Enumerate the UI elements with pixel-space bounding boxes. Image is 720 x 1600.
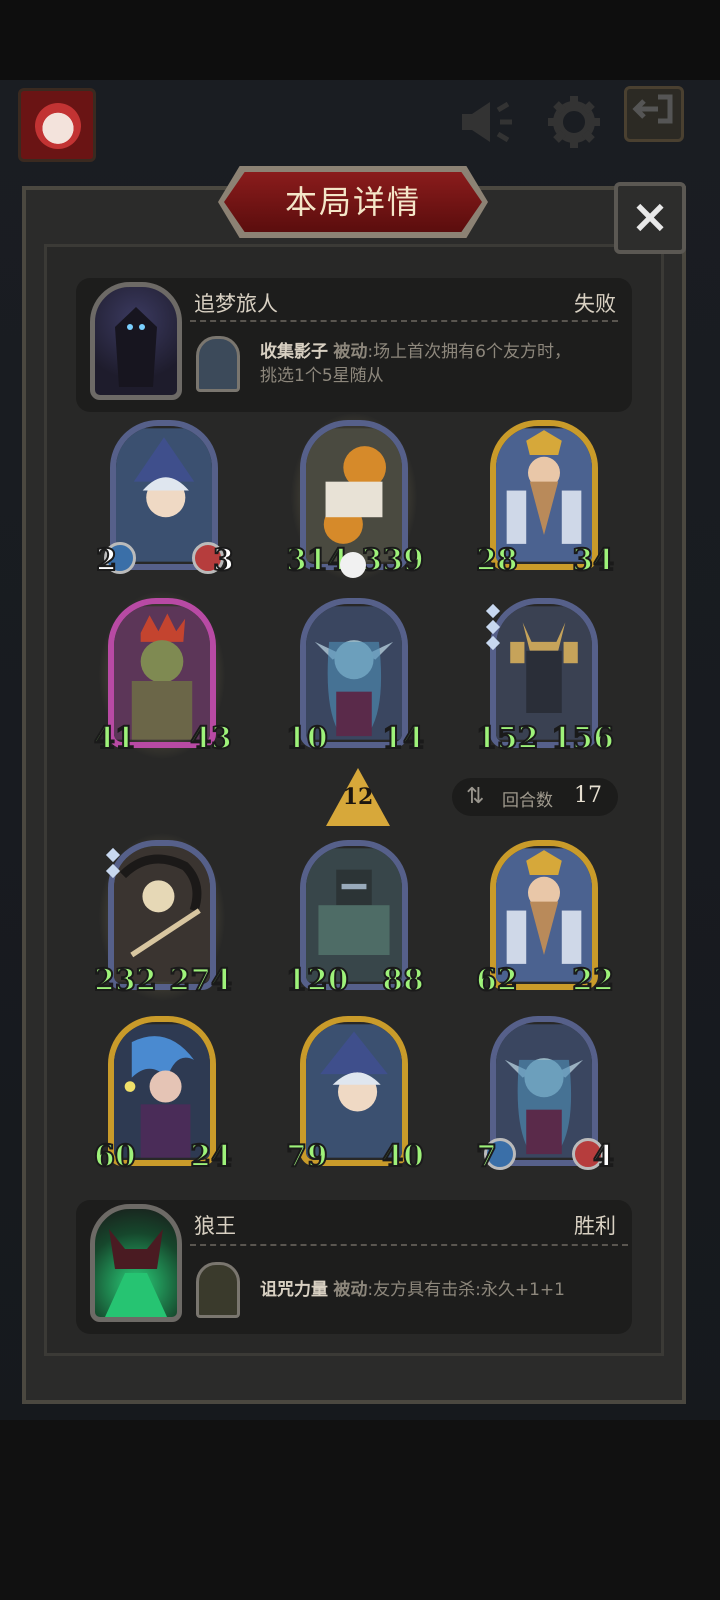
- hero-skill-icon[interactable]: [196, 1262, 240, 1318]
- unit-health: 22: [571, 962, 615, 999]
- unit-health: 339: [360, 542, 425, 579]
- unit-card[interactable]: 152 156: [475, 598, 615, 758]
- top-bar: [0, 0, 720, 80]
- page-title: 本局详情: [224, 172, 482, 232]
- unit-attack: 314: [285, 542, 350, 579]
- unit-attack: 120: [285, 962, 350, 999]
- unit-health: 24: [189, 1138, 233, 1175]
- unit-attack: 62: [475, 962, 519, 999]
- unit-attack: 152: [475, 720, 540, 757]
- unit-card[interactable]: 10 14: [285, 598, 425, 758]
- unit-health: 40: [381, 1138, 425, 1175]
- unit-health: 34: [571, 542, 615, 579]
- player-info-card: 狼王 胜利 诅咒力量 被动:友方具有击杀:永久+1+1: [76, 1200, 632, 1334]
- unit-card[interactable]: 28 34: [475, 420, 615, 580]
- avatar-face: [35, 103, 81, 149]
- bottom-background: [0, 1420, 720, 1600]
- opponent-skill-text: 收集影子 被动:场上首次拥有6个友方时， 挑选1个5星随从: [260, 340, 571, 388]
- unit-card[interactable]: 314 339: [285, 412, 425, 582]
- player-portrait[interactable]: [90, 1204, 182, 1322]
- tavern-tier-badge: 12: [326, 768, 390, 826]
- unit-card[interactable]: 2 3: [95, 420, 235, 580]
- skill-name: 收集影子: [260, 342, 328, 362]
- opponent-portrait[interactable]: [90, 282, 182, 400]
- unit-attack: 28: [475, 542, 519, 579]
- unit-attack: 2: [95, 542, 118, 579]
- opponent-name: 追梦旅人: [194, 292, 278, 316]
- unit-health: 14: [381, 720, 425, 757]
- skill-type: 被动: [333, 342, 368, 362]
- skill-name: 诅咒力量: [260, 1280, 328, 1300]
- close-button[interactable]: ×: [614, 182, 686, 254]
- hero-skill-icon[interactable]: [196, 336, 240, 392]
- unit-health: 4: [592, 1138, 615, 1175]
- opponent-info-card: 追梦旅人 失败 收集影子 被动:场上首次拥有6个友方时， 挑选1个5星随从: [76, 278, 632, 412]
- unit-card[interactable]: 79 40: [285, 1016, 425, 1176]
- skill-desc-line1: :场上首次拥有6个友方时，: [367, 342, 571, 362]
- player-result: 胜利: [574, 1214, 616, 1238]
- unit-card[interactable]: 7 4: [475, 1016, 615, 1176]
- skill-desc-line1: :友方具有击杀:永久+1+1: [367, 1280, 565, 1300]
- divider: [190, 320, 618, 322]
- skull-icon: [340, 552, 366, 578]
- gear-icon[interactable]: [544, 92, 604, 152]
- megaphone-icon[interactable]: [456, 92, 516, 152]
- player-name: 狼王: [194, 1214, 236, 1238]
- player-skill-text: 诅咒力量 被动:友方具有击杀:永久+1+1: [260, 1278, 565, 1302]
- avatar[interactable]: [18, 88, 96, 162]
- unit-attack: 7: [475, 1138, 498, 1175]
- rounds-icon: ⇅: [466, 784, 485, 809]
- unit-card[interactable]: 232 274: [93, 832, 233, 1002]
- unit-card[interactable]: 62 22: [475, 840, 615, 1000]
- unit-health: 274: [168, 962, 233, 999]
- unit-health: 3: [212, 542, 235, 579]
- unit-attack: 41: [93, 720, 137, 757]
- opponent-result: 失败: [574, 292, 616, 316]
- unit-health: 88: [381, 962, 425, 999]
- skill-type: 被动: [333, 1280, 368, 1300]
- unit-card[interactable]: 120 88: [285, 840, 425, 1000]
- unit-health: 43: [189, 720, 233, 757]
- close-icon: ×: [630, 189, 670, 243]
- exit-icon[interactable]: [624, 86, 684, 142]
- divider: [190, 1244, 628, 1246]
- unit-attack: 232: [93, 962, 158, 999]
- skill-desc-line2: 挑选1个5星随从: [260, 366, 384, 386]
- tier-number: 12: [342, 784, 374, 810]
- rounds-label: 回合数: [502, 791, 553, 811]
- rounds-value: 17: [574, 783, 602, 808]
- unit-card[interactable]: 41 43: [93, 590, 233, 760]
- unit-attack: 10: [285, 720, 329, 757]
- unit-attack: 60: [93, 1138, 137, 1175]
- unit-health: 156: [550, 720, 615, 757]
- unit-card[interactable]: 60 24: [93, 1016, 233, 1176]
- round-counter: ⇅ 回合数 17: [452, 778, 618, 816]
- unit-attack: 79: [285, 1138, 329, 1175]
